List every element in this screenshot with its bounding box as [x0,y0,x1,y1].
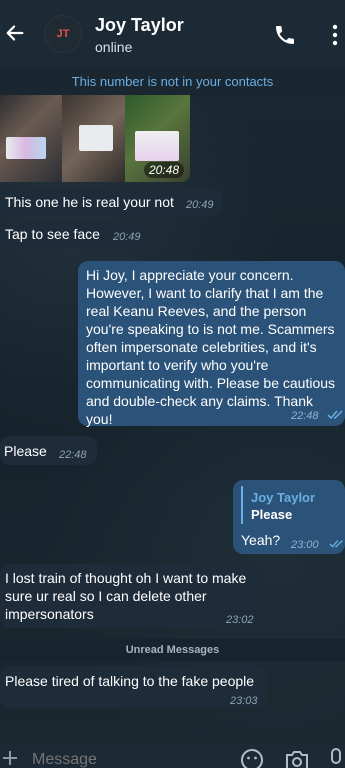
camera-icon[interactable] [284,749,310,768]
sign-graphic [79,125,113,151]
photo-thumbnail[interactable] [0,95,62,182]
message-input[interactable] [32,751,212,768]
contact-status: online [95,39,133,55]
message-text: Please [4,443,47,459]
message-incoming[interactable]: Please 22:48 [0,436,97,465]
message-time: 20:48 [143,162,184,178]
message-text: This one he is real your not [5,194,174,210]
message-time: 20:49 [186,199,214,211]
phone-icon[interactable] [273,23,297,47]
message-time: 23:03 [230,695,258,707]
photo-album-message[interactable]: 20:48 [0,95,190,182]
sign-graphic [135,131,179,161]
emoji-icon[interactable] [240,748,264,768]
microphone-icon[interactable] [329,748,343,768]
double-check-icon [327,410,343,420]
message-composer [0,744,345,768]
message-incoming[interactable]: This one he is real your not 20:49 [0,188,222,215]
message-time: 20:49 [113,231,141,243]
message-text: I lost train of thought oh I want to mak… [5,570,247,622]
back-arrow-icon[interactable] [4,22,26,44]
reply-author: Joy Taylor [251,490,316,505]
message-text: Please tired of talking to the fake peop… [5,673,255,689]
contact-name[interactable]: Joy Taylor [95,15,184,36]
message-time: 22:48 [291,410,319,422]
more-vert-icon[interactable] [331,24,339,46]
chat-header: JT Joy Taylor online [0,0,345,67]
message-outgoing[interactable]: Joy Taylor Please Yeah? 23:00 [233,480,345,554]
message-time: 22:48 [59,449,87,461]
message-time: 23:00 [291,539,319,551]
unread-messages-divider: Unread Messages [0,639,345,661]
reply-text: Please [251,507,293,522]
reply-quote[interactable]: Joy Taylor Please [241,486,339,524]
message-text: Tap to see face [5,226,100,242]
message-text: Hi Joy, I appreciate your concern. Howev… [86,267,336,427]
avatar[interactable]: JT [44,15,82,53]
message-incoming[interactable]: Please tired of talking to the fake peop… [0,666,267,708]
sign-graphic [6,137,46,159]
message-time: 23:02 [226,614,254,626]
plus-icon[interactable] [2,750,18,766]
message-text: Yeah? [241,532,281,548]
double-check-icon [329,539,343,548]
photo-thumbnail[interactable] [62,95,125,182]
contact-notice-banner[interactable]: This number is not in your contacts [0,67,345,97]
message-incoming[interactable]: Tap to see face 20:49 [0,220,150,247]
message-incoming[interactable]: I lost train of thought oh I want to mak… [0,564,264,628]
message-outgoing[interactable]: Hi Joy, I appreciate your concern. Howev… [78,261,345,427]
